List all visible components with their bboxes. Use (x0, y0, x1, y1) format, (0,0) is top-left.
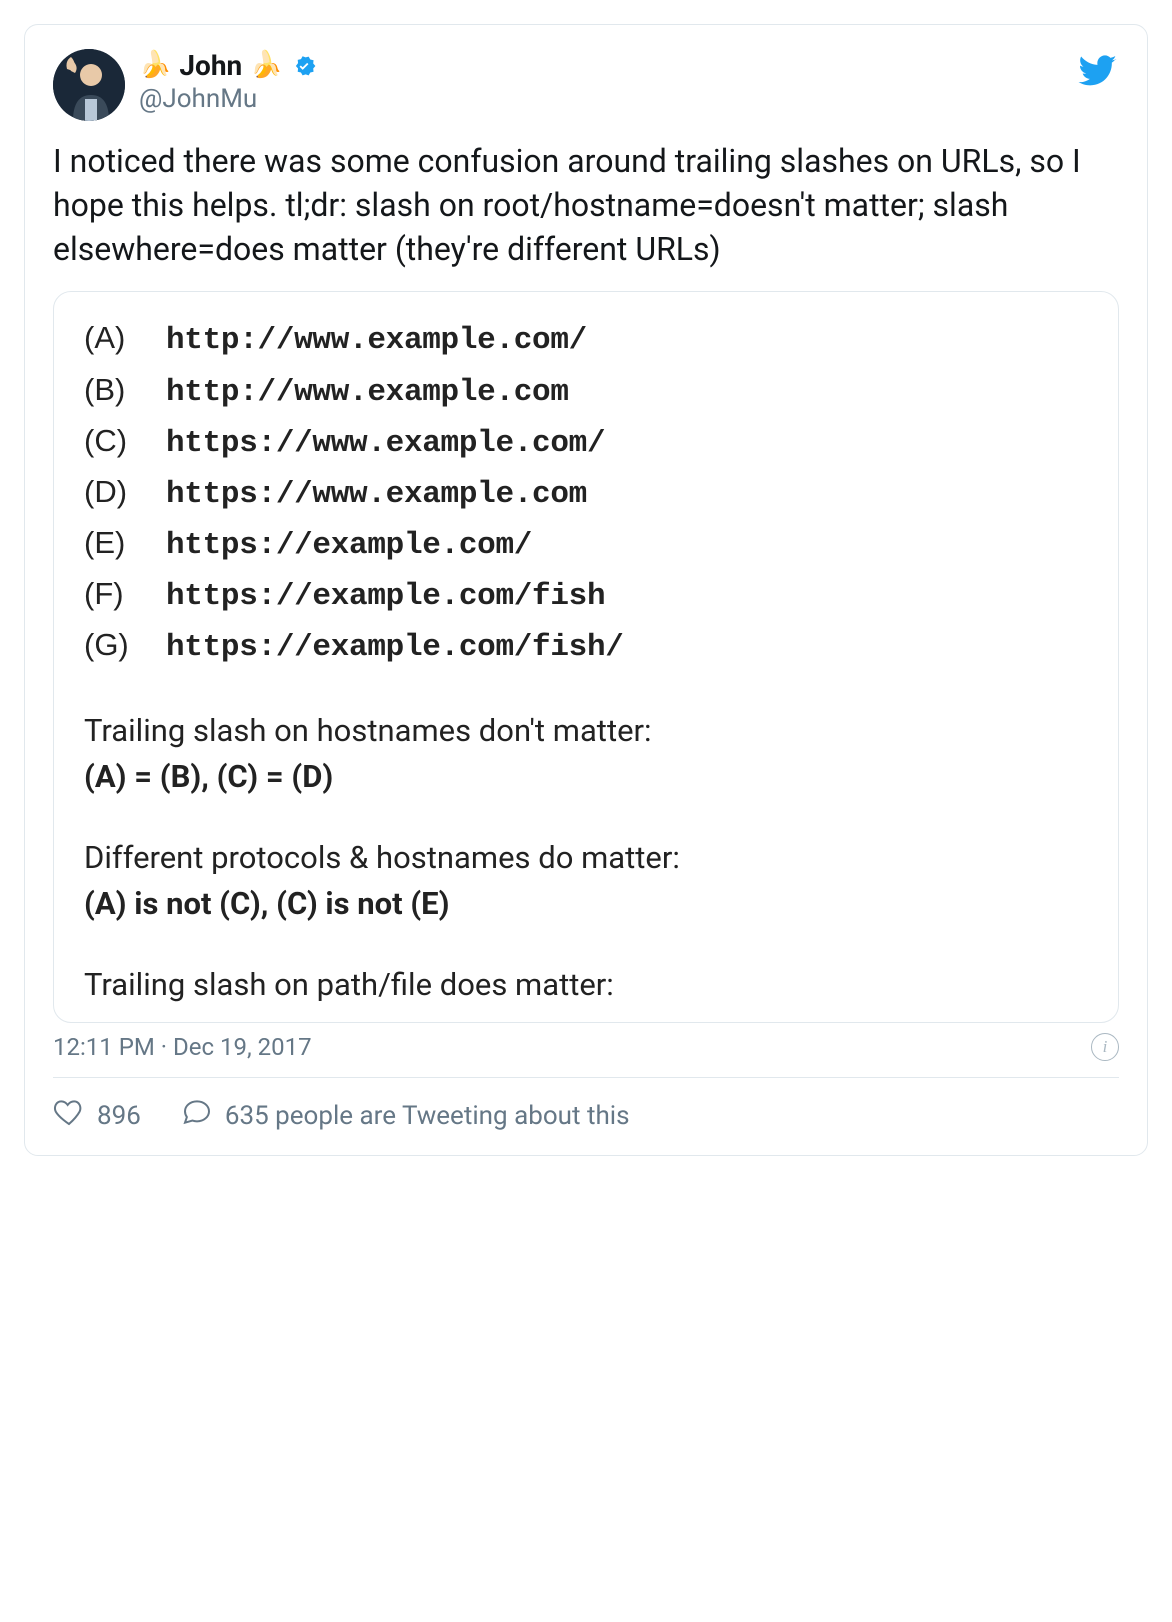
tweet-actions: 896 635 people are Tweeting about this (53, 1096, 1119, 1135)
rule-block: Different protocols & hostnames do matte… (84, 835, 1088, 928)
embedded-image[interactable]: (A)http://www.example.com/ (B)http://www… (53, 291, 1119, 1023)
like-button[interactable]: 896 (53, 1096, 141, 1135)
tweet-body-text: I noticed there was some confusion aroun… (53, 139, 1119, 271)
tweet-header: 🍌 John 🍌 @JohnMu (53, 49, 1119, 121)
twitter-logo-icon[interactable] (1077, 51, 1117, 95)
reply-button[interactable]: 635 people are Tweeting about this (181, 1096, 630, 1135)
speech-bubble-icon (181, 1096, 213, 1135)
url-row: (G)https://example.com/fish/ (84, 621, 1088, 672)
info-icon[interactable]: i (1091, 1033, 1119, 1061)
url-row: (F)https://example.com/fish (84, 570, 1088, 621)
verified-badge-icon (291, 53, 317, 79)
tweet-card: 🍌 John 🍌 @JohnMu I noticed there was som… (24, 24, 1148, 1156)
divider (53, 1077, 1119, 1078)
avatar[interactable] (53, 49, 125, 121)
tweet-meta: 12:11 PM · Dec 19, 2017 i (53, 1033, 1119, 1061)
emoji-banana-icon: 🍌 (250, 50, 282, 81)
url-row: (E)https://example.com/ (84, 519, 1088, 570)
url-row: (B)http://www.example.com (84, 366, 1088, 417)
heart-icon (53, 1096, 85, 1135)
url-row: (A)http://www.example.com/ (84, 314, 1088, 365)
url-row: (D)https://www.example.com (84, 468, 1088, 519)
reply-text: 635 people are Tweeting about this (225, 1101, 630, 1131)
author-block[interactable]: 🍌 John 🍌 @JohnMu (139, 49, 317, 116)
url-row: (C)https://www.example.com/ (84, 417, 1088, 468)
author-handle: @JohnMu (139, 83, 317, 117)
rule-block: Trailing slash on path/file does matter: (84, 962, 1088, 1009)
author-name: John (179, 49, 242, 83)
timestamp[interactable]: 12:11 PM · Dec 19, 2017 (53, 1033, 312, 1061)
rule-block: Trailing slash on hostnames don't matter… (84, 708, 1088, 801)
like-count: 896 (97, 1101, 141, 1131)
emoji-banana-icon: 🍌 (139, 50, 171, 81)
url-list: (A)http://www.example.com/ (B)http://www… (84, 314, 1088, 671)
